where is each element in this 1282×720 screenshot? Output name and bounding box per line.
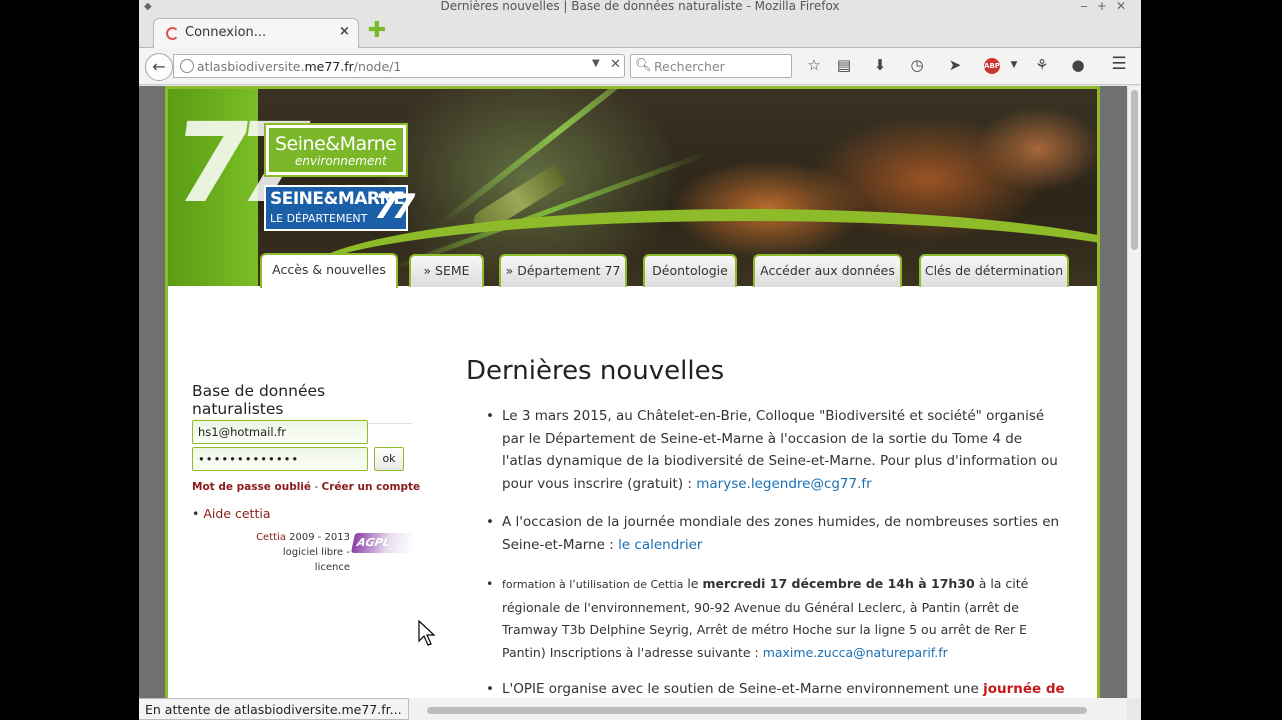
news-date: mercredi 17 décembre de 14h à 17h30: [702, 576, 975, 591]
menu-tab-cles-determination[interactable]: Clés de détermination: [919, 254, 1069, 287]
news-list: formation à l’utilisation de Cettia le m…: [486, 573, 1066, 664]
sidebar-title: Base de données naturalistes: [192, 382, 412, 424]
download-icon[interactable]: ⬇: [869, 56, 891, 74]
password-field[interactable]: •••••••••••••: [192, 447, 368, 471]
tab-connexion[interactable]: Connexion... ×: [153, 18, 359, 48]
desktop: ◆ Dernières nouvelles | Base de données …: [0, 0, 1282, 720]
seine-marne-environnement-logo[interactable]: Seine&Marne environnement: [264, 123, 408, 177]
menu-icon[interactable]: ☰: [1108, 54, 1130, 74]
back-button[interactable]: ←: [145, 53, 173, 81]
seine-marne-departement-logo[interactable]: SEINE&MARNE LE DÉPARTEMENT 77: [264, 185, 415, 231]
email-link[interactable]: maxime.zucca@natureparif.fr: [763, 645, 948, 660]
email-link[interactable]: maryse.legendre@cg77.fr: [696, 476, 871, 492]
share-icon[interactable]: ⚘: [1031, 56, 1053, 74]
content-viewport: 77 Seine&Marne environnement SEINE&MARNE…: [139, 86, 1127, 698]
status-bar: En attente de atlasbiodiversite.me77.fr.…: [139, 698, 409, 720]
create-account-link[interactable]: Créer un compte: [322, 481, 421, 493]
news-list: A l'occasion de la journée mondiale des …: [486, 511, 1066, 556]
window-menu-icon[interactable]: ◆: [144, 0, 152, 13]
news-text: le: [683, 576, 703, 591]
news-item: formation à l’utilisation de Cettia le m…: [486, 573, 1066, 664]
adblock-icon[interactable]: ABP: [984, 58, 1000, 74]
browser-window: ◆ Dernières nouvelles | Base de données …: [139, 0, 1141, 720]
cursor-arrow-icon: [418, 620, 436, 646]
login-ok-button[interactable]: ok: [374, 447, 404, 471]
search-bar[interactable]: 🔍︎ Rechercher: [630, 54, 792, 78]
menu-tab-departement-77[interactable]: » Département 77: [499, 254, 627, 287]
aide-cettia-link[interactable]: Aide cettia: [203, 506, 270, 521]
tab-label: Connexion...: [185, 25, 267, 40]
url-dropdown-icon[interactable]: ▼: [592, 58, 600, 69]
news-lead: formation à l’utilisation de Cettia: [502, 578, 684, 591]
email-field[interactable]: hs1@hotmail.fr: [192, 420, 368, 444]
menu-tab-acceder-donnees[interactable]: Accéder aux données: [753, 254, 902, 287]
license-text: logiciel libre - licence: [282, 547, 350, 573]
menu-tab-deontologie[interactable]: Déontologie: [643, 254, 737, 287]
logo-background: Seine&Marne environnement: [269, 128, 403, 172]
loading-spinner-icon: [166, 27, 179, 40]
news-item: L'OPIE organise avec le soutien de Seine…: [486, 678, 1066, 698]
main-content: Dernières nouvelles Le 3 mars 2015, au C…: [466, 356, 1076, 698]
agpl-logo[interactable]: AGPL: [350, 533, 416, 553]
news-text: A l'occasion de la journée mondiale des …: [502, 514, 1060, 553]
menu-tab-acces-nouvelles[interactable]: Accès & nouvelles: [260, 253, 398, 288]
scrollbar-thumb[interactable]: [1131, 90, 1138, 250]
calendar-link[interactable]: le calendrier: [618, 537, 702, 553]
send-icon[interactable]: ➤: [944, 56, 966, 74]
news-highlight: journée de: [983, 681, 1065, 697]
web-page: 77 Seine&Marne environnement SEINE&MARNE…: [165, 86, 1100, 698]
vertical-scrollbar[interactable]: [1127, 86, 1141, 698]
url-bar[interactable]: atlasbiodiversite.me77.fr/node/1 ▼ ✕: [173, 54, 625, 78]
adblock-dropdown-icon[interactable]: ▼: [1003, 60, 1025, 70]
copyright-text: Cettia 2009 - 2013 logiciel libre - lice…: [254, 530, 350, 575]
news-item: A l'occasion de la journée mondiale des …: [486, 511, 1066, 556]
account-links: Mot de passe oublié - Créer un compte: [192, 481, 420, 493]
forgot-password-link[interactable]: Mot de passe oublié: [192, 481, 311, 493]
news-list: L'OPIE organise avec le soutien de Seine…: [486, 678, 1066, 698]
cettia-link[interactable]: Cettia: [256, 532, 286, 543]
history-icon[interactable]: ◷: [906, 56, 928, 74]
menu-tab-seme[interactable]: » SEME: [409, 254, 484, 287]
logo-sme-subtitle: environnement: [295, 154, 387, 168]
tab-strip: Connexion... × ✚: [139, 14, 1141, 48]
globe-icon[interactable]: [180, 59, 194, 73]
logo-dep-number: 77: [374, 187, 415, 227]
news-text: L'OPIE organise avec le soutien de Seine…: [502, 681, 984, 697]
reading-list-icon[interactable]: ▤: [833, 56, 855, 74]
logo-dep-subtitle: LE DÉPARTEMENT: [270, 212, 368, 225]
title-bar: ◆ Dernières nouvelles | Base de données …: [139, 0, 1141, 14]
bookmark-star-icon[interactable]: ☆: [803, 56, 825, 74]
chat-icon[interactable]: ●: [1067, 56, 1089, 74]
news-item: Le 3 mars 2015, au Châtelet-en-Brie, Col…: [486, 405, 1066, 495]
url-text[interactable]: atlasbiodiversite.me77.fr/node/1: [197, 59, 401, 74]
login-sidebar: Base de données naturalistes hs1@hotmail…: [192, 382, 420, 573]
search-icon: 🔍︎: [635, 58, 652, 73]
window-title: Dernières nouvelles | Base de données na…: [440, 0, 840, 13]
search-placeholder: Rechercher: [654, 59, 725, 74]
copyright-years: 2009 - 2013: [285, 532, 350, 543]
tab-close-icon[interactable]: ×: [339, 24, 350, 39]
link-separator: -: [311, 481, 322, 493]
url-clear-icon[interactable]: ✕: [610, 57, 621, 72]
help-item: • Aide cettia: [192, 506, 270, 521]
navigation-bar: ← atlasbiodiversite.me77.fr/node/1 ▼ ✕ 🔍…: [139, 48, 1141, 85]
page-title: Dernières nouvelles: [466, 356, 725, 386]
news-list: Le 3 mars 2015, au Châtelet-en-Brie, Col…: [486, 405, 1066, 495]
window-controls[interactable]: ‒+✕: [1080, 0, 1135, 13]
new-tab-icon[interactable]: ✚: [367, 20, 387, 42]
logo-sme-name: Seine&Marne: [275, 133, 397, 155]
bullet: •: [192, 506, 200, 521]
scrollbar-thumb[interactable]: [427, 707, 1087, 714]
